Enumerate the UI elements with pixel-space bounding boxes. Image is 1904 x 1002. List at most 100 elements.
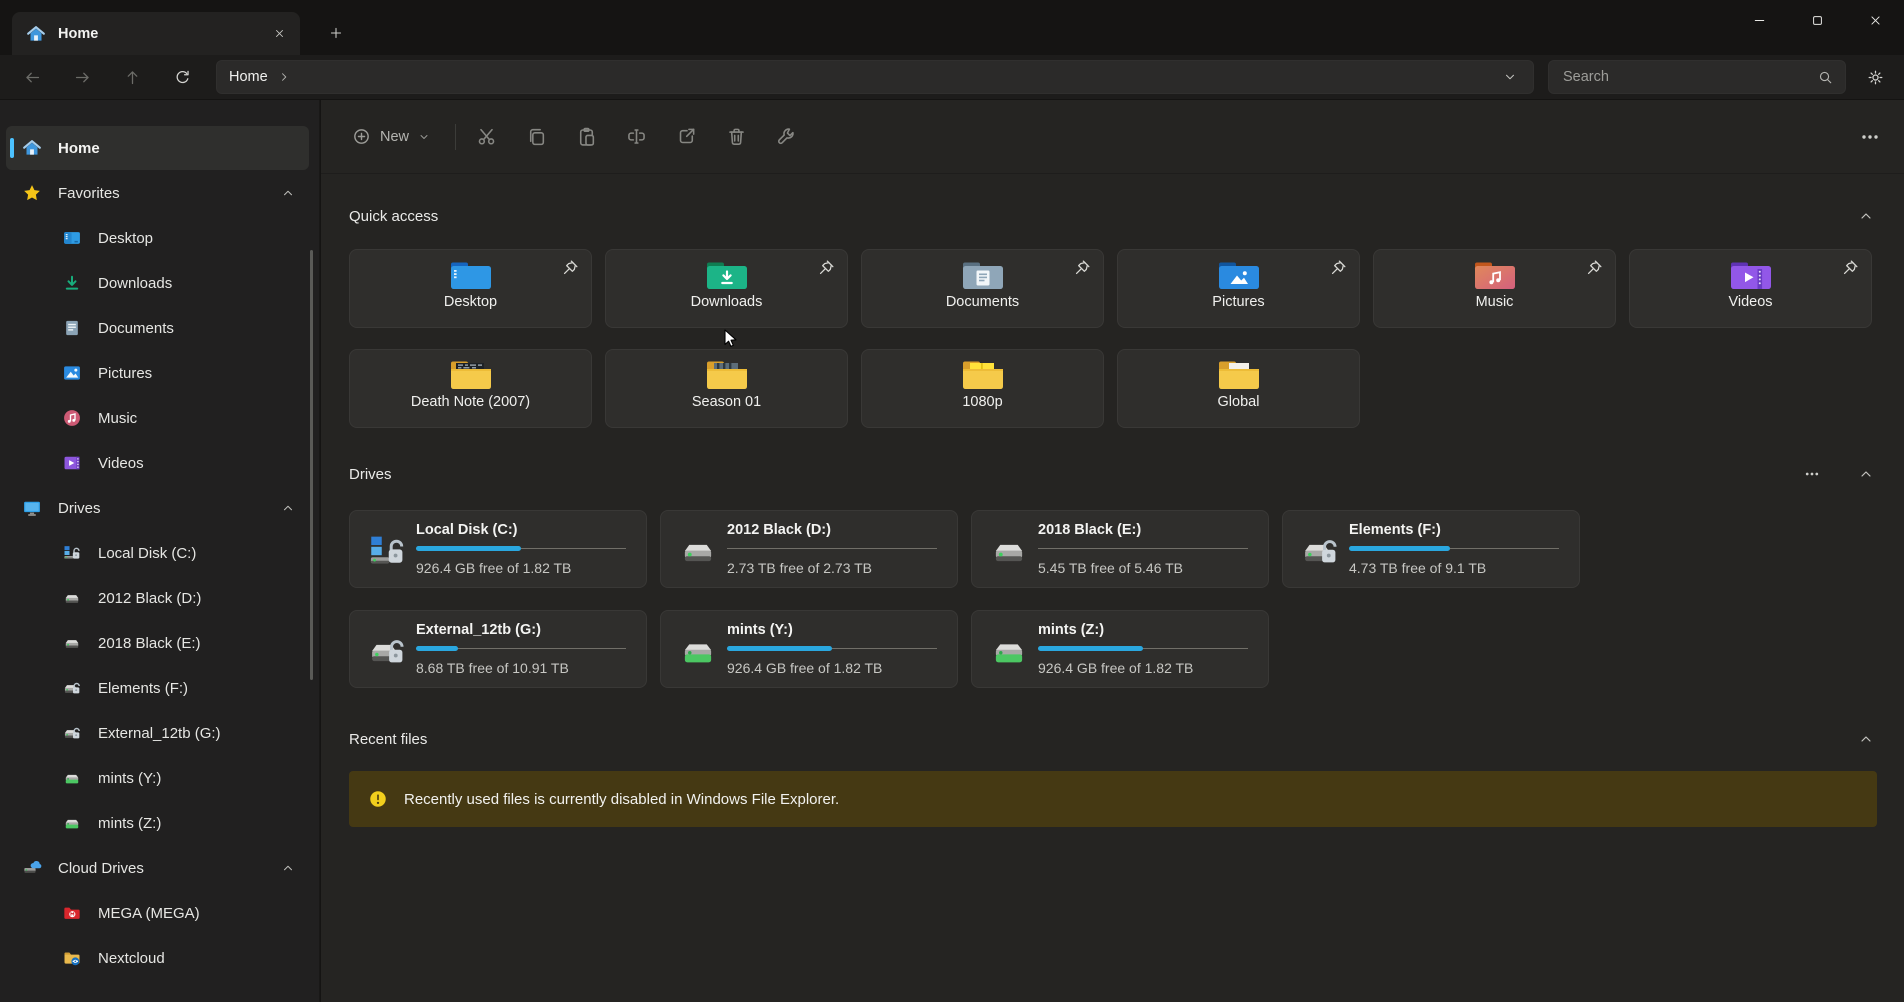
sidebar-item-drives[interactable]: Drives [6,486,309,530]
drive-card-external-12tb-g[interactable]: External_12tb (G:)8.68 TB free of 10.91 … [349,610,647,688]
quick-access-tile-videos[interactable]: Videos [1629,249,1872,328]
sidebar-item-favorites[interactable]: Favorites [6,171,309,215]
pin-icon[interactable] [1842,259,1859,276]
quick-access-tile-desktop[interactable]: Desktop [349,249,592,328]
sidebar-item-label: Cloud Drives [58,860,144,877]
quick-access-tile-death-note-2007[interactable]: Death Note (2007) [349,349,592,428]
drive-info: External_12tb (G:)8.68 TB free of 10.91 … [410,622,632,687]
drive-card-2018-black-e[interactable]: 2018 Black (E:)5.45 TB free of 5.46 TB [971,510,1269,588]
drive-card-local-disk-c[interactable]: Local Disk (C:)926.4 GB free of 1.82 TB [349,510,647,588]
drive-name: Elements (F:) [1349,522,1565,538]
toolbar-actions [468,120,804,154]
chevron-up-icon[interactable] [281,861,295,875]
up-button[interactable] [114,60,150,94]
sidebar-item-label: MEGA (MEGA) [98,905,200,922]
banner-message: Recently used files is currently disable… [404,791,839,808]
search-icon[interactable] [1818,70,1833,85]
folder-thumbnail-gray-icon [705,358,749,392]
address-dropdown-icon[interactable] [1503,70,1517,84]
sidebar-item-home[interactable]: Home [6,126,309,170]
sidebar-item-2018-black-e[interactable]: 2018 Black (E:) [6,621,309,665]
sidebar-scrollbar[interactable] [310,250,313,680]
tile-label: Death Note (2007) [411,394,530,410]
collapse-recent-icon[interactable] [1858,731,1874,747]
sidebar-item-label: Pictures [98,365,152,382]
quick-access-tile-season-01[interactable]: Season 01 [605,349,848,428]
chevron-down-icon [418,131,430,143]
sidebar-item-mints-z[interactable]: mints (Z:) [6,801,309,845]
sidebar-item-mega-mega[interactable]: MEGA (MEGA) [6,891,309,935]
forward-button[interactable] [64,60,100,94]
sidebar-item-music[interactable]: Music [6,396,309,440]
sidebar-item-external-12tb-g[interactable]: External_12tb (G:) [6,711,309,755]
folder-downloads-icon [705,258,749,292]
pin-icon[interactable] [562,259,579,276]
drive-free-space: 926.4 GB free of 1.82 TB [727,660,943,676]
drive-card-mints-y[interactable]: mints (Y:)926.4 GB free of 1.82 TB [660,610,958,688]
drive-lock-icon [62,723,82,743]
delete-button[interactable] [718,120,754,154]
back-button[interactable] [14,60,50,94]
drive-lock-icon [62,678,82,698]
cut-button[interactable] [468,120,504,154]
chevron-up-icon[interactable] [281,186,295,200]
close-tab-icon[interactable] [266,21,292,47]
settings-gear-icon[interactable] [1856,60,1894,94]
rename-button[interactable] [618,120,654,154]
new-tab-button[interactable] [322,19,350,47]
breadcrumb[interactable]: Home [229,69,268,85]
chevron-up-icon[interactable] [281,501,295,515]
drive-card-2012-black-d[interactable]: 2012 Black (D:)2.73 TB free of 2.73 TB [660,510,958,588]
properties-button[interactable] [768,120,804,154]
drive-free-space: 4.73 TB free of 9.1 TB [1349,560,1565,576]
mega-folder-icon [62,903,82,923]
pin-icon[interactable] [1330,259,1347,276]
drive-card-elements-f[interactable]: Elements (F:) 4.73 TB free of 9.1 TB [1282,510,1580,588]
close-window-button[interactable] [1846,0,1904,40]
drive-info: Elements (F:) 4.73 TB free of 9.1 TB [1343,522,1565,587]
desktop-icon [62,228,82,248]
sidebar-item-documents[interactable]: Documents [6,306,309,350]
search-input[interactable] [1561,68,1818,86]
sidebar-item-downloads[interactable]: Downloads [6,261,309,305]
drive-card-mints-z[interactable]: mints (Z:)926.4 GB free of 1.82 TB [971,610,1269,688]
new-button[interactable]: New [341,120,441,153]
copy-button[interactable] [518,120,554,154]
home-icon [26,24,46,44]
sidebar-item-cloud-drives[interactable]: Cloud Drives [6,846,309,890]
paste-button[interactable] [568,120,604,154]
pin-icon[interactable] [818,259,835,276]
quick-access-tile-music[interactable]: Music [1373,249,1616,328]
maximize-button[interactable] [1788,0,1846,40]
quick-access-tile-pictures[interactable]: Pictures [1117,249,1360,328]
quick-access-tile-1080p[interactable]: 1080p [861,349,1104,428]
sidebar-item-elements-f[interactable]: Elements (F:) [6,666,309,710]
refresh-button[interactable] [164,60,200,94]
drive-free-space: 2.73 TB free of 2.73 TB [727,560,943,576]
tab-home[interactable]: Home [12,12,300,55]
sidebar-item-mints-y[interactable]: mints (Y:) [6,756,309,800]
quick-access-tile-global[interactable]: Global [1117,349,1360,428]
minimize-button[interactable] [1730,0,1788,40]
sidebar-item-desktop[interactable]: Desktop [6,216,309,260]
selection-accent [10,138,14,158]
sidebar-item-pictures[interactable]: Pictures [6,351,309,395]
sidebar-item-2012-black-d[interactable]: 2012 Black (D:) [6,576,309,620]
address-bar[interactable]: Home [216,60,1534,94]
sidebar-item-videos[interactable]: Videos [6,441,309,485]
collapse-drives-icon[interactable] [1858,466,1874,482]
collapse-quick-access-icon[interactable] [1858,208,1874,224]
drives-more-icon[interactable] [1804,466,1820,482]
quick-access-tile-documents[interactable]: Documents [861,249,1104,328]
drive-icon [62,633,82,653]
search-box[interactable] [1548,60,1846,94]
share-button[interactable] [668,120,704,154]
pin-icon[interactable] [1074,259,1091,276]
pin-icon[interactable] [1586,259,1603,276]
drive-info: mints (Y:)926.4 GB free of 1.82 TB [721,622,943,687]
sidebar-item-nextcloud[interactable]: Nextcloud [6,936,309,980]
sidebar-item-local-disk-c[interactable]: Local Disk (C:) [6,531,309,575]
home-content: Quick access DesktopDownloadsDocumentsPi… [321,204,1904,827]
quick-access-tile-downloads[interactable]: Downloads [605,249,848,328]
see-more-icon[interactable] [1860,127,1880,147]
